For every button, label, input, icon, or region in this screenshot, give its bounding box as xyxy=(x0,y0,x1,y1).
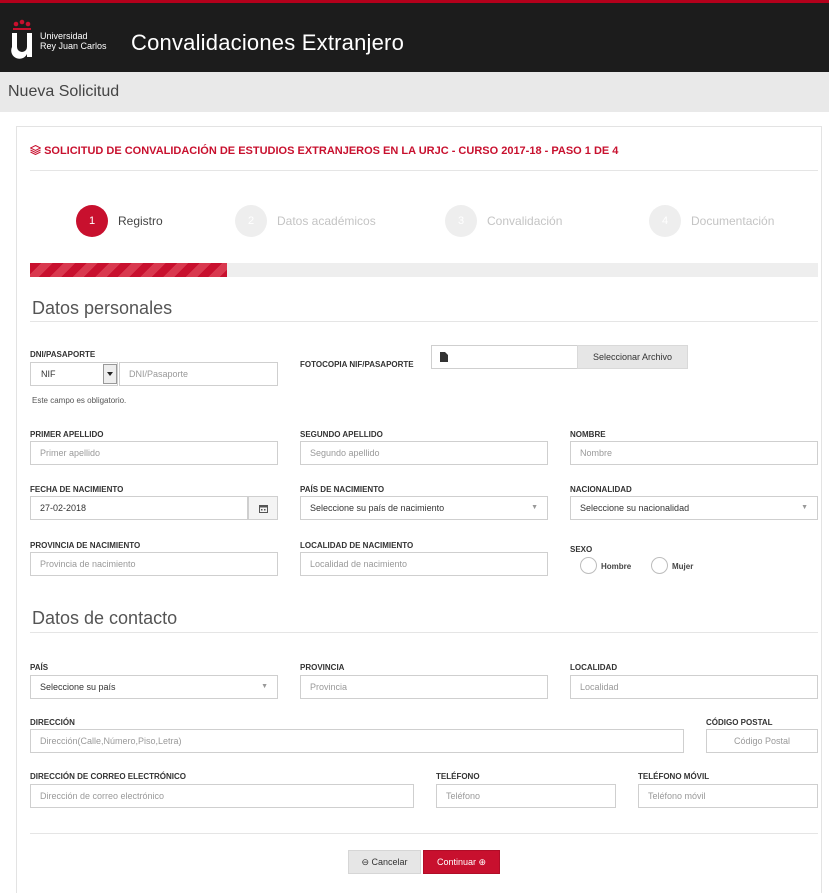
telefono-input[interactable]: Teléfono xyxy=(436,784,616,808)
dropdown-button[interactable] xyxy=(103,364,117,384)
direccion-label: DIRECCIÓN xyxy=(30,718,75,727)
urjc-logo-icon xyxy=(11,19,33,59)
divider xyxy=(30,321,818,322)
chevron-down-icon: ▼ xyxy=(261,683,268,690)
file-icon xyxy=(440,352,448,362)
chevron-down-icon: ▼ xyxy=(801,504,808,511)
dni-label: DNI/PASAPORTE xyxy=(30,350,96,359)
divider xyxy=(30,170,818,171)
provincia-nacimiento-input[interactable]: Provincia de nacimiento xyxy=(30,552,278,576)
radio-hombre[interactable] xyxy=(580,557,597,574)
nombre-input[interactable]: Nombre xyxy=(570,441,818,465)
localidad-nacimiento-label: LOCALIDAD DE NACIMIENTO xyxy=(300,541,414,550)
email-label: DIRECCIÓN DE CORREO ELECTRÓNICO xyxy=(30,772,187,781)
localidad-label: LOCALIDAD xyxy=(570,663,618,672)
localidad-input[interactable]: Localidad xyxy=(570,675,818,699)
dni-input[interactable]: DNI/Pasaporte xyxy=(119,362,278,386)
logo-line-2: Rey Juan Carlos xyxy=(40,41,107,51)
fotocopia-label: FOTOCOPIA NIF/PASAPORTE xyxy=(300,360,414,369)
step-number: 4 xyxy=(649,205,681,237)
form-heading-text: SOLICITUD DE CONVALIDACIÓN DE ESTUDIOS E… xyxy=(44,145,619,157)
pais-nacimiento-select[interactable]: Seleccione su país de nacimiento ▼ xyxy=(300,496,548,520)
cancel-button[interactable]: ⊖ Cancelar xyxy=(348,850,421,874)
divider xyxy=(30,833,818,834)
step-number: 1 xyxy=(76,205,108,237)
localidad-nacimiento-input[interactable]: Localidad de nacimiento xyxy=(300,552,548,576)
provincia-input[interactable]: Provincia xyxy=(300,675,548,699)
fecha-nacimiento-input[interactable]: 27-02-2018 xyxy=(30,496,248,520)
pais-nacimiento-label: PAÍS DE NACIMIENTO xyxy=(300,485,385,494)
fecha-nacimiento-label: FECHA DE NACIMIENTO xyxy=(30,485,124,494)
segundo-apellido-label: SEGUNDO APELLIDO xyxy=(300,430,383,439)
sexo-label: SEXO xyxy=(570,545,593,554)
codigo-postal-input[interactable]: Código Postal xyxy=(706,729,818,753)
calendar-icon xyxy=(258,505,268,513)
stack-icon xyxy=(29,144,42,156)
arrow-right-circle-icon: ⊕ xyxy=(478,857,487,867)
continue-button[interactable]: Continuar ⊕ xyxy=(423,850,500,874)
telefono-movil-label: TELÉFONO MÓVIL xyxy=(638,772,710,781)
radio-hombre-label[interactable]: Hombre xyxy=(601,562,631,571)
step-label: Datos académicos xyxy=(277,214,376,228)
nombre-label: NOMBRE xyxy=(570,430,606,439)
progress-bar xyxy=(30,263,818,277)
form-heading: SOLICITUD DE CONVALIDACIÓN DE ESTUDIOS E… xyxy=(29,144,619,157)
direccion-input[interactable]: Dirección(Calle,Número,Piso,Letra) xyxy=(30,729,684,753)
radio-mujer-label[interactable]: Mujer xyxy=(672,562,693,571)
step-label: Convalidación xyxy=(487,214,563,228)
radio-mujer[interactable] xyxy=(651,557,668,574)
nacionalidad-select[interactable]: Seleccione su nacionalidad ▼ xyxy=(570,496,818,520)
top-bar: Universidad Rey Juan Carlos Convalidacio… xyxy=(0,0,829,72)
doc-type-select[interactable]: NIF xyxy=(30,362,118,386)
step-label: Registro xyxy=(118,214,163,228)
primer-apellido-input[interactable]: Primer apellido xyxy=(30,441,278,465)
step-number: 2 xyxy=(235,205,267,237)
app-title: Convalidaciones Extranjero xyxy=(131,30,405,55)
select-file-button[interactable]: Seleccionar Archivo xyxy=(577,345,688,369)
divider xyxy=(30,632,818,633)
chevron-down-icon xyxy=(107,372,113,376)
pais-select[interactable]: Seleccione su país ▼ xyxy=(30,675,278,699)
nacionalidad-value: Seleccione su nacionalidad xyxy=(580,503,690,513)
doc-type-value: NIF xyxy=(41,369,56,379)
continue-label: Continuar xyxy=(436,857,476,867)
step-number: 3 xyxy=(445,205,477,237)
page-header: Nueva Solicitud xyxy=(0,72,829,112)
telefono-label: TELÉFONO xyxy=(436,772,480,781)
file-path-field[interactable] xyxy=(431,345,578,369)
telefono-movil-input[interactable]: Teléfono móvil xyxy=(638,784,818,808)
codigo-postal-label: CÓDIGO POSTAL xyxy=(706,718,773,727)
provincia-label: PROVINCIA xyxy=(300,663,345,672)
back-circle-icon: ⊖ xyxy=(361,857,369,867)
pais-label: PAÍS xyxy=(30,663,49,672)
section-title-contact: Datos de contacto xyxy=(32,608,178,628)
section-title-personal: Datos personales xyxy=(32,298,173,318)
cancel-label: Cancelar xyxy=(371,857,408,867)
dni-help-text: Este campo es obligatorio. xyxy=(32,396,127,405)
calendar-button[interactable] xyxy=(248,496,278,520)
logo-line-1: Universidad xyxy=(40,31,88,41)
pais-value: Seleccione su país xyxy=(40,682,116,692)
provincia-nacimiento-label: PROVINCIA DE NACIMIENTO xyxy=(30,541,141,550)
progress-fill xyxy=(30,263,227,277)
university-logo[interactable]: Universidad Rey Juan Carlos xyxy=(8,19,128,59)
email-input[interactable]: Dirección de correo electrónico xyxy=(30,784,414,808)
page-title: Nueva Solicitud xyxy=(8,83,120,100)
chevron-down-icon: ▼ xyxy=(531,504,538,511)
segundo-apellido-input[interactable]: Segundo apellido xyxy=(300,441,548,465)
nacionalidad-label: NACIONALIDAD xyxy=(570,485,632,494)
step-label: Documentación xyxy=(691,214,775,228)
pais-nacimiento-value: Seleccione su país de nacimiento xyxy=(310,503,445,513)
primer-apellido-label: PRIMER APELLIDO xyxy=(30,430,104,439)
